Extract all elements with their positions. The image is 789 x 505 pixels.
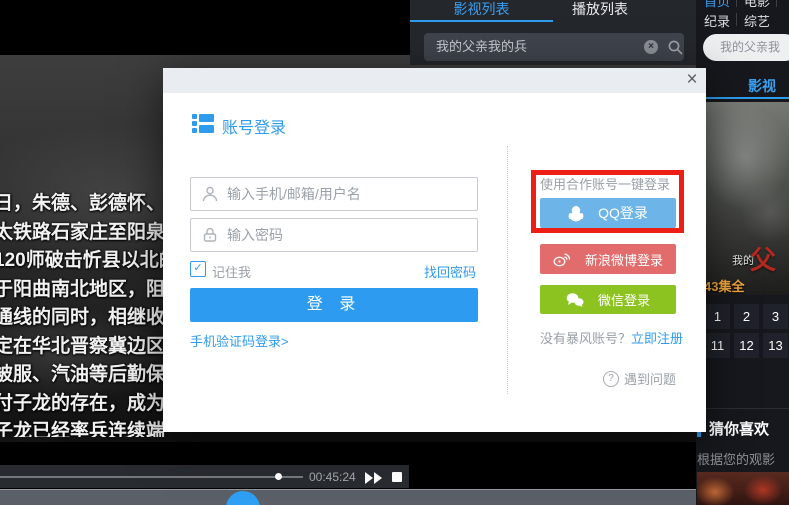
tab-play-list[interactable]: 播放列表 [530,0,670,20]
progress-handle[interactable] [275,473,282,480]
guess-you-like-header: 猜你喜欢 [709,421,770,438]
search-icon[interactable] [667,39,684,61]
playlist-search-value: 我的父亲我的兵 [436,39,528,54]
playlist-panel: 影视列表 播放列表 我的父亲我的兵 × [410,0,696,65]
episode-tile[interactable]: 2 [734,304,759,329]
site-search-input[interactable]: 我的父亲我 [703,34,789,61]
username-field[interactable]: 输入手机/邮箱/用户名 [190,177,478,211]
section-underline [696,97,789,99]
episode-tile[interactable]: 1 [705,304,730,329]
password-field[interactable]: 输入密码 [190,218,478,252]
username-placeholder: 输入手机/邮箱/用户名 [227,186,361,202]
episode-tile[interactable]: 3 [763,304,788,329]
dialog-title-row: 账号登录 [192,113,287,139]
fast-forward-icon[interactable] [365,471,385,489]
playback-time: 00:45:24 [309,470,356,484]
app-logo-icon [192,113,214,139]
partner-login-hint: 使用合作账号一键登录 [540,177,671,192]
show-poster[interactable]: 我的 父 43集全 [700,102,789,295]
site-search-placeholder: 我的父亲我 [720,40,781,54]
site-sidebar: 首页 电影 纪录 综艺 我的父亲我 影视 我的 父 43集全 1 2 3 11 … [696,0,789,505]
active-tab-underline [410,20,553,22]
wechat-login-label: 微信登录 [597,293,650,308]
nav-divider [776,0,777,7]
episode-tile[interactable]: 12 [734,333,759,358]
nav-divider [736,0,737,7]
tab-media[interactable]: 影视 [748,76,776,96]
dialog-divider [507,146,508,394]
stop-icon[interactable] [392,472,402,482]
clear-search-icon[interactable]: × [644,40,658,54]
register-row: 没有暴风账号？立即注册 [540,328,683,347]
nav-movie[interactable]: 电影 [744,0,770,10]
login-button[interactable]: 登 录 [190,288,478,322]
question-icon: ? [602,370,619,387]
episode-count-badge: 43集全 [704,279,745,294]
wechat-icon [566,293,584,307]
dialog-header [163,68,706,93]
wechat-login-button[interactable]: 微信登录 [540,285,676,314]
progress-bar[interactable] [0,476,303,478]
help-label: 遇到问题 [623,372,676,387]
no-account-text: 没有暴风账号？ [540,331,632,346]
playlist-search-input[interactable]: 我的父亲我的兵 × [424,33,684,61]
nav-documentary[interactable]: 纪录 [704,11,730,30]
app-window: 日，朱德、彭德怀、左 太铁路石家庄至阳泉段 120师破击忻县以北的 于阳曲南北地… [0,0,789,505]
lock-icon [201,226,219,249]
nav-variety[interactable]: 综艺 [744,11,770,30]
player-control-bar: 00:45:24 [0,465,409,488]
register-link[interactable]: 立即注册 [631,331,683,346]
weibo-login-label: 新浪微博登录 [584,252,663,268]
bottom-toolbar [0,489,696,505]
weibo-login-button[interactable]: 新浪微博登录 [540,244,676,274]
qq-penguin-icon [568,205,584,221]
dialog-title: 账号登录 [222,120,287,137]
nav-home[interactable]: 首页 [704,0,730,10]
play-button[interactable] [226,491,260,505]
close-icon[interactable]: × [681,69,703,91]
section-divider [696,408,789,409]
qq-login-label: QQ登录 [598,205,648,221]
remember-me-checkbox[interactable]: ✓ [190,261,206,277]
episode-tile[interactable]: 11 [705,333,730,358]
nav-divider [736,13,737,26]
sms-login-link[interactable]: 手机验证码登录> [190,331,289,350]
user-icon [201,185,219,208]
weibo-icon [553,252,571,266]
recommend-poster[interactable] [697,472,789,505]
login-dialog: × 账号登录 输入手机/邮箱/用户名 输入密码 ✓ 记住我 找回密码 登 录 手… [163,68,706,432]
password-placeholder: 输入密码 [227,227,283,243]
help-link[interactable]: ? 遇到问题 [540,369,676,388]
poster-title-text: 父 [750,245,777,275]
guess-subtext: 根据您的观影 [697,452,776,467]
forgot-password-link[interactable]: 找回密码 [424,262,476,281]
remember-me-label: 记住我 [212,265,252,280]
episode-tile[interactable]: 13 [763,333,788,358]
qq-login-button[interactable]: QQ登录 [540,198,676,228]
